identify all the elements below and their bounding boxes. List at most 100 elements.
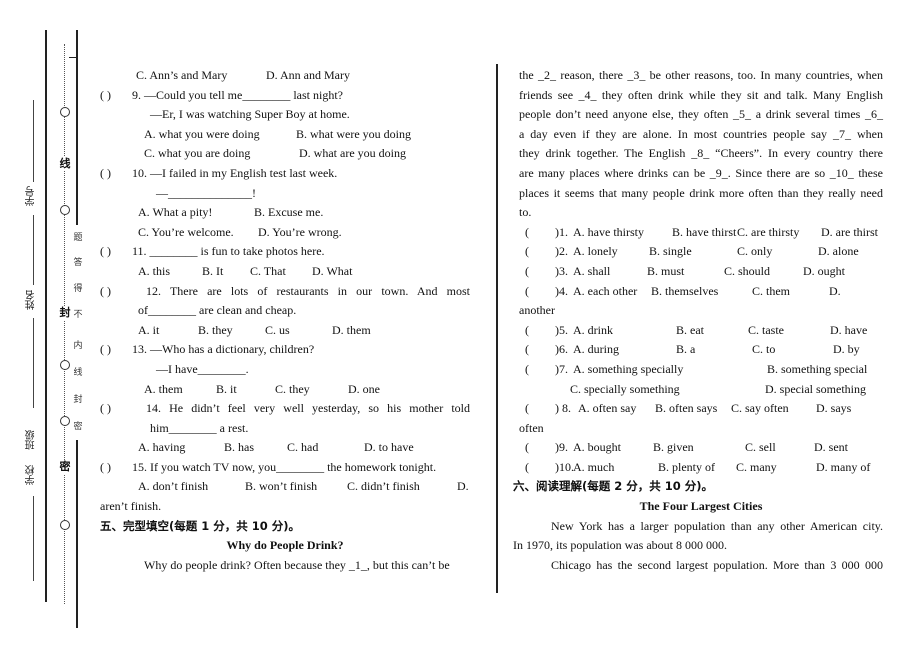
option-c: C. taste <box>748 322 784 337</box>
option-b: B. has <box>224 440 254 455</box>
answer-bracket[interactable]: ( <box>525 458 529 478</box>
option-a: A. each other <box>573 283 638 298</box>
option-d-cont: often <box>519 420 544 435</box>
school-field[interactable] <box>33 496 34 581</box>
cloze-question: ( )4. A. each other B. themselves C. the… <box>519 282 883 302</box>
answer-bracket[interactable]: ( ) <box>100 340 132 360</box>
option-d: D. have <box>830 322 868 337</box>
cloze-line: they drink together. The English _8_ “Ch… <box>519 146 883 161</box>
option-d-cont: aren’t finish. <box>100 499 162 514</box>
question-number: )1. <box>555 224 568 239</box>
question-stem: 13. —Who has a dictionary, children? <box>132 342 315 357</box>
answer-bracket[interactable]: ( <box>525 321 529 341</box>
column-divider <box>496 64 498 593</box>
answer-bracket[interactable]: ( <box>525 438 529 458</box>
section-6-heading: 六、阅读理解(每题 2 分，共 10 分)。 <box>513 479 714 494</box>
notice-char: 得 <box>73 284 83 294</box>
answer-bracket[interactable]: ( ) <box>100 164 132 184</box>
option-d: D. Ann and Mary <box>266 68 350 82</box>
option-a: A. during <box>573 342 619 357</box>
options-cd: C. You’re welcome. D. You’re wrong. <box>100 223 470 243</box>
school-label: 学校 <box>24 465 42 485</box>
student-id-field[interactable] <box>33 100 34 182</box>
binding-hole-icon <box>60 416 70 426</box>
option-c: C. didn’t finish <box>347 479 420 494</box>
option-b: B. must <box>647 263 685 278</box>
question-stem-cont: him________ a rest. <box>150 420 249 435</box>
option-b: B. given <box>653 440 694 455</box>
inner-margin-rule-top <box>76 30 78 225</box>
option-a: A. don’t finish <box>138 479 209 494</box>
answer-bracket[interactable]: ( <box>525 399 529 419</box>
notice-char: 封 <box>73 395 83 405</box>
cloze-passage: the _2_ reason, there _3_ be other reaso… <box>519 66 883 223</box>
option-a: A. shall <box>573 263 611 278</box>
option-a: A. bought <box>573 440 621 455</box>
answer-bracket[interactable]: ( <box>525 340 529 360</box>
option-c: C. say often <box>731 401 789 416</box>
option-b: B. plenty of <box>658 459 715 474</box>
answer-bracket[interactable]: ( ) <box>100 242 132 262</box>
outer-margin-rule <box>45 30 47 602</box>
cloze-question-options-cd: C. specially something D. special someth… <box>519 380 883 400</box>
answer-bracket[interactable]: ( ) <box>100 282 146 302</box>
option-c: C. specially something <box>570 381 680 396</box>
question-number: )2. <box>555 244 568 259</box>
section-5-heading: 五、完型填空(每题 1 分，共 10 分)。 <box>100 518 301 533</box>
option-b: B. Excuse me. <box>254 205 324 220</box>
cloze-line: friends see _4_ they often drink while t… <box>519 87 883 102</box>
answer-bracket[interactable]: ( ) <box>100 399 146 419</box>
question-12: ( ) 12. There are lots of restaurants in … <box>100 282 470 302</box>
seal-char-seal: 封 <box>58 306 72 320</box>
options-abcd: A. them B. it C. they D. one <box>100 380 470 400</box>
option-a: A. having <box>138 440 186 455</box>
answer-bracket[interactable]: ( <box>525 282 529 302</box>
answer-bracket[interactable]: ( <box>525 223 529 243</box>
options-abcd: A. having B. has C. had D. to have <box>100 438 470 458</box>
margin-tick <box>69 57 77 58</box>
question-number: )4. <box>555 283 568 298</box>
option-c: C. to <box>752 342 776 357</box>
binding-hole-icon <box>60 520 70 530</box>
option-b: B. what were you doing <box>296 126 411 141</box>
option-c: C. they <box>275 381 310 396</box>
cloze-question: ( )1. A. have thirsty B. have thirst C. … <box>519 223 883 243</box>
answer-bracket[interactable]: ( ) <box>100 458 132 478</box>
answer-bracket[interactable]: ( <box>525 262 529 282</box>
class-field[interactable] <box>33 318 34 408</box>
cloze-question: ( )5. A. drink B. eat C. taste D. have <box>519 321 883 341</box>
name-field[interactable] <box>33 215 34 285</box>
option-a: A. often say <box>578 401 637 416</box>
option-d: D. What <box>312 263 353 278</box>
option-c: C. them <box>752 283 790 298</box>
option-d: D. <box>457 479 469 494</box>
option-b: B. they <box>198 322 233 337</box>
options-ab: A. what you were doing B. what were you … <box>100 125 470 145</box>
option-c: C. sell <box>745 440 776 455</box>
binding-hole-icon <box>60 107 70 117</box>
q8-options-cd: C. Ann’s and Mary D. Ann and Mary <box>100 66 470 86</box>
option-a: A. what you were doing <box>144 126 260 141</box>
option-a: A. it <box>138 322 160 337</box>
answer-bracket[interactable]: ( <box>525 360 529 380</box>
question-number: )9. <box>555 440 568 455</box>
answer-bracket[interactable]: ( ) <box>100 86 132 106</box>
question-stem: 11. ________ is fun to take photos here. <box>132 244 325 259</box>
option-a: A. lonely <box>573 244 618 259</box>
option-d: D. You’re wrong. <box>258 224 342 239</box>
inner-margin-rule-bottom <box>76 440 78 628</box>
options-cd: C. what you are doing D. what are you do… <box>100 144 470 164</box>
question-15: ( ) 15. If you watch TV now, you________ … <box>100 458 470 478</box>
option-c: C. Ann’s and Mary <box>136 68 228 82</box>
option-a: A. this <box>138 263 171 278</box>
cloze-line: to. <box>519 205 532 220</box>
notice-char: 答 <box>73 258 83 268</box>
cloze-passage-first-line: Why do people drink? Often because they … <box>144 557 450 572</box>
reading-paragraph-line: New York has a larger population than an… <box>551 518 883 533</box>
option-c: C. what you are doing <box>144 146 251 161</box>
cloze-line: are many places where drinks can be _9_.… <box>519 165 883 180</box>
question-13: ( ) 13. —Who has a dictionary, children? <box>100 340 470 360</box>
notice-char: 题 <box>73 233 83 243</box>
option-b: B. something special <box>767 361 868 376</box>
answer-bracket[interactable]: ( <box>525 242 529 262</box>
